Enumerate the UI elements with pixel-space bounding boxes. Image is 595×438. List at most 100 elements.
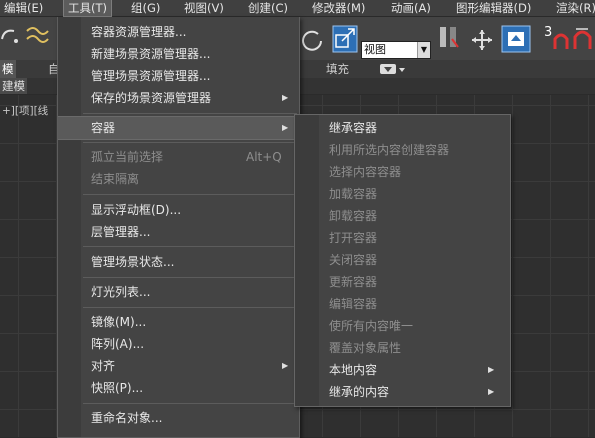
menu-item-label: 镜像(M)... <box>91 315 147 329</box>
submenu-arrow-icon: ▶ <box>488 365 495 374</box>
menu-rendering[interactable]: 渲染(R) <box>552 0 595 16</box>
menu-item-label: 对齐 <box>91 359 116 373</box>
menu-create[interactable]: 创建(C) <box>244 0 292 16</box>
submenu-item-label: 覆盖对象属性 <box>329 341 402 355</box>
menu-item-snapshot[interactable]: 快照(P)... <box>58 377 299 399</box>
submenu-item-label: 打开容器 <box>329 231 378 245</box>
menu-item-manage-scene-states[interactable]: 管理场景状态... <box>58 251 299 273</box>
menu-item-label: 显示浮动框(D)... <box>91 203 182 217</box>
tools-menu: 容器资源管理器... 新建场景资源管理器... 管理场景资源管理器... 保存的… <box>57 17 300 438</box>
menu-item-label: 灯光列表... <box>91 285 151 299</box>
menu-modifiers[interactable]: 修改器(M) <box>308 0 369 16</box>
mirror-icon[interactable] <box>438 25 460 51</box>
angle-snap-icon[interactable] <box>572 25 594 51</box>
tab-modeling[interactable]: 模 <box>0 60 16 78</box>
undo-icon[interactable] <box>0 23 20 47</box>
menu-item-label: 结束隔离 <box>91 172 140 186</box>
menu-separator <box>83 277 297 278</box>
menu-item-mirror[interactable]: 镜像(M)... <box>58 311 299 333</box>
menu-edit[interactable]: 编辑(E) <box>0 0 47 16</box>
submenu-item-edit-container[interactable]: 编辑容器 <box>295 293 510 315</box>
menu-item-light-lister[interactable]: 灯光列表... <box>58 281 299 303</box>
submenu-item-label: 更新容器 <box>329 275 378 289</box>
menu-item-end-isolate[interactable]: 结束隔离 <box>58 168 299 190</box>
menu-item-containers[interactable]: 容器 ▶ <box>58 116 299 140</box>
containers-submenu: 继承容器 利用所选内容创建容器 选择内容容器 加载容器 卸载容器 打开容器 关闭… <box>294 114 511 407</box>
menu-graph-editors[interactable]: 图形编辑器(D) <box>452 0 535 16</box>
menu-item-shortcut: Alt+Q <box>246 150 282 164</box>
menu-item-isolate-selection[interactable]: 孤立当前选择 Alt+Q <box>58 146 299 168</box>
menu-tools[interactable]: 工具(T) <box>63 0 112 17</box>
submenu-item-label: 利用所选内容创建容器 <box>329 143 450 157</box>
ribbon-panel-label: 建模 <box>0 78 27 94</box>
menu-group[interactable]: 组(G) <box>127 0 164 16</box>
menu-item-label: 管理场景状态... <box>91 255 175 269</box>
menu-item-label: 孤立当前选择 <box>91 150 164 164</box>
menu-item-rename-objects[interactable]: 重命名对象... <box>58 407 299 429</box>
menu-separator <box>83 113 297 114</box>
submenu-item-label: 卸载容器 <box>329 209 378 223</box>
menu-item-layer-manager[interactable]: 层管理器... <box>58 221 299 243</box>
menu-separator <box>83 403 297 404</box>
reference-coordinate-dropdown[interactable]: 视图 ▼ <box>361 41 431 59</box>
link-icon[interactable] <box>24 23 50 49</box>
menu-animation[interactable]: 动画(A) <box>387 0 435 16</box>
menu-item-label: 层管理器... <box>91 225 151 239</box>
submenu-arrow-icon: ▶ <box>282 93 289 102</box>
viewport-label[interactable]: +][项][线 <box>2 103 48 118</box>
ribbon-options-icon[interactable] <box>380 64 406 75</box>
submenu-item-label: 本地内容 <box>329 363 378 377</box>
menu-item-label: 重命名对象... <box>91 411 163 425</box>
move-icon[interactable] <box>470 28 494 52</box>
menu-separator <box>83 142 297 143</box>
menu-item-align[interactable]: 对齐 ▶ <box>58 355 299 377</box>
menu-view[interactable]: 视图(V) <box>180 0 228 16</box>
scale-icon[interactable] <box>332 25 358 53</box>
menu-item-label: 容器资源管理器... <box>91 25 187 39</box>
reference-coordinate-value: 视图 <box>364 43 386 56</box>
submenu-item-label: 关闭容器 <box>329 253 378 267</box>
menu-item-saved-scene-explorers[interactable]: 保存的场景资源管理器 ▶ <box>58 87 299 109</box>
menu-item-label: 容器 <box>91 121 116 135</box>
submenu-item-unload-container[interactable]: 卸载容器 <box>295 205 510 227</box>
submenu-arrow-icon: ▶ <box>282 361 289 370</box>
submenu-item-inherited-content[interactable]: 继承的内容 ▶ <box>295 381 510 403</box>
submenu-item-close-container[interactable]: 关闭容器 <box>295 249 510 271</box>
menu-item-display-floater[interactable]: 显示浮动框(D)... <box>58 199 299 221</box>
submenu-item-local-content[interactable]: 本地内容 ▶ <box>295 359 510 381</box>
menu-item-manage-scene-explorer[interactable]: 管理场景资源管理器... <box>58 65 299 87</box>
menu-item-new-scene-explorer[interactable]: 新建场景资源管理器... <box>58 43 299 65</box>
submenu-item-label: 编辑容器 <box>329 297 378 311</box>
dropdown-arrow-icon: ▼ <box>417 42 430 58</box>
menu-separator <box>83 246 297 247</box>
snap-icon[interactable] <box>552 31 570 51</box>
submenu-item-inherit-container[interactable]: 继承容器 <box>295 117 510 139</box>
submenu-item-select-contents[interactable]: 选择内容容器 <box>295 161 510 183</box>
submenu-item-label: 继承容器 <box>329 121 378 135</box>
menubar: 编辑(E) 工具(T) 组(G) 视图(V) 创建(C) 修改器(M) 动画(A… <box>0 0 595 17</box>
submenu-arrow-icon: ▶ <box>488 387 495 396</box>
submenu-item-label: 加载容器 <box>329 187 378 201</box>
submenu-item-make-unique[interactable]: 使所有内容唯一 <box>295 315 510 337</box>
menu-item-label: 阵列(A)... <box>91 337 145 351</box>
menu-item-label: 快照(P)... <box>91 381 144 395</box>
menu-item-label: 新建场景资源管理器... <box>91 47 211 61</box>
submenu-arrow-icon: ▶ <box>282 123 289 132</box>
submenu-item-label: 使所有内容唯一 <box>329 319 414 333</box>
submenu-item-update-container[interactable]: 更新容器 <box>295 271 510 293</box>
submenu-item-create-from-selection[interactable]: 利用所选内容创建容器 <box>295 139 510 161</box>
submenu-item-label: 继承的内容 <box>329 385 390 399</box>
menu-item-label: 管理场景资源管理器... <box>91 69 211 83</box>
menu-separator <box>83 194 297 195</box>
rotate-icon[interactable] <box>300 28 324 52</box>
submenu-item-load-container[interactable]: 加载容器 <box>295 183 510 205</box>
submenu-item-open-container[interactable]: 打开容器 <box>295 227 510 249</box>
render-setup-icon[interactable] <box>501 25 531 53</box>
menu-item-array[interactable]: 阵列(A)... <box>58 333 299 355</box>
menu-separator <box>83 307 297 308</box>
tab-populate[interactable]: 填充 <box>326 60 349 78</box>
submenu-item-override-properties[interactable]: 覆盖对象属性 <box>295 337 510 359</box>
menu-item-label: 保存的场景资源管理器 <box>91 91 212 105</box>
submenu-item-label: 选择内容容器 <box>329 165 402 179</box>
menu-item-container-explorer[interactable]: 容器资源管理器... <box>58 21 299 43</box>
